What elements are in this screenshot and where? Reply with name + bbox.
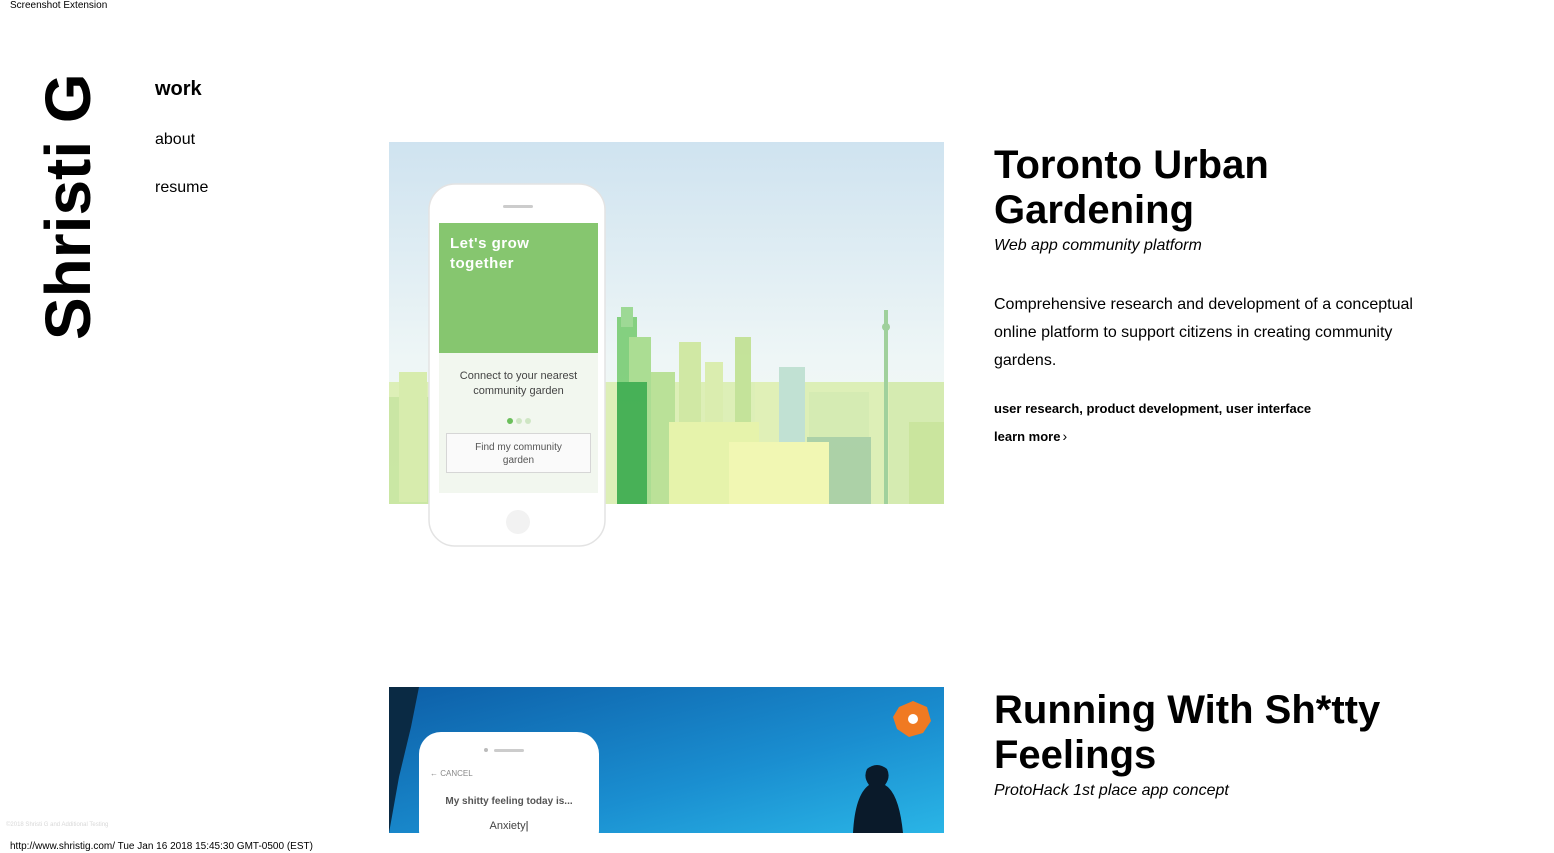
- chevron-right-icon: ›: [1062, 428, 1068, 444]
- arrow-left-icon: ←: [430, 769, 438, 778]
- project-subtitle: ProtoHack 1st place app concept: [994, 782, 1229, 799]
- main-nav: work about resume: [155, 78, 208, 197]
- project-description: Comprehensive research and development o…: [994, 296, 1413, 369]
- mockup-input: Anxiety|: [489, 820, 529, 832]
- mockup-body: Connect to your nearest community garden: [459, 370, 578, 397]
- project-tags: user research, product development, user…: [994, 401, 1312, 416]
- nav-work[interactable]: work: [155, 78, 208, 101]
- mockup-find-garden-button: Find my community garden: [446, 433, 591, 473]
- project-title: Toronto Urban Gardening: [994, 143, 1269, 232]
- project-info-toronto-urban-gardening: Toronto Urban Gardening Web app communit…: [994, 143, 1414, 446]
- project-image-toronto-urban-gardening[interactable]: Let's grow together Connect to your near…: [389, 142, 944, 547]
- site-logo[interactable]: Shristi G: [32, 73, 104, 340]
- nav-about[interactable]: about: [155, 131, 208, 149]
- learn-more-label: learn more: [994, 429, 1061, 444]
- project-image-running-with-feelings[interactable]: ← CANCEL My shitty feeling today is... A…: [389, 687, 944, 833]
- learn-more-link[interactable]: learn more ›: [994, 428, 1067, 444]
- project-info-running-with-feelings: Running With Sh*tty Feelings ProtoHack 1…: [994, 688, 1414, 800]
- status-bar: http://www.shristig.com/ Tue Jan 16 2018…: [10, 841, 313, 852]
- project-title: Running With Sh*tty Feelings: [994, 688, 1381, 777]
- nav-resume[interactable]: resume: [155, 179, 208, 197]
- gardening-illustration: [389, 142, 944, 547]
- mockup-headline: Let's grow together: [450, 235, 530, 272]
- project-subtitle: Web app community platform: [994, 237, 1202, 254]
- mockup-cancel: ← CANCEL: [430, 769, 473, 778]
- mockup-prompt: My shitty feeling today is...: [445, 796, 573, 807]
- running-illustration: [389, 687, 944, 833]
- mockup-pagination-dots: [507, 418, 531, 424]
- copyright-text: ©2018 Shristi G and Additional Testing: [6, 822, 109, 828]
- extension-label: Screenshot Extension: [10, 0, 108, 11]
